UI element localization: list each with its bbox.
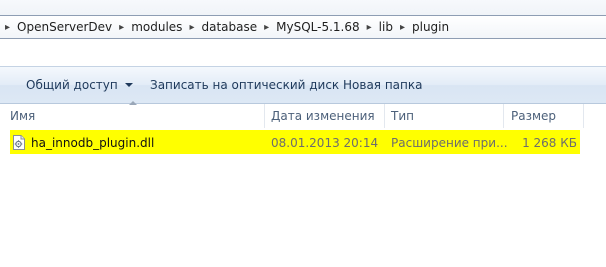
column-header-date[interactable]: Дата изменения — [271, 104, 375, 128]
breadcrumb-item-modules[interactable]: modules — [129, 20, 184, 34]
new-folder-button[interactable]: Новая папка — [343, 67, 422, 103]
burn-disc-button[interactable]: Записать на оптический диск — [150, 67, 339, 103]
breadcrumb-item-plugin[interactable]: plugin — [410, 20, 451, 34]
breadcrumb-item-lib[interactable]: lib — [377, 20, 395, 34]
file-type: Расширение при... — [391, 136, 508, 150]
breadcrumb-separator[interactable]: ▸ — [259, 22, 274, 33]
column-divider[interactable] — [264, 104, 265, 128]
column-divider[interactable] — [384, 104, 385, 128]
share-button-label: Общий доступ — [26, 78, 118, 92]
file-name[interactable]: ha_innodb_plugin.dll — [31, 130, 154, 154]
breadcrumb-separator[interactable]: ▸ — [395, 22, 410, 33]
column-header-name[interactable]: Имя — [10, 104, 35, 128]
address-bar: ▸ OpenServerDev ▸ modules ▸ database ▸ M… — [0, 0, 606, 39]
breadcrumb-separator[interactable]: ▸ — [114, 22, 129, 33]
column-divider[interactable] — [583, 104, 584, 128]
breadcrumb-item-openserverdev[interactable]: OpenServerDev — [15, 20, 114, 34]
column-header-size[interactable]: Размер — [511, 104, 556, 128]
column-divider[interactable] — [503, 104, 504, 128]
command-toolbar: Общий доступ Записать на оптический диск… — [0, 66, 606, 104]
breadcrumb: ▸ OpenServerDev ▸ modules ▸ database ▸ M… — [4, 18, 451, 36]
breadcrumb-item-mysql[interactable]: MySQL-5.1.68 — [274, 20, 362, 34]
chevron-down-icon — [124, 83, 133, 87]
share-button[interactable]: Общий доступ — [26, 67, 133, 103]
sort-ascending-icon — [129, 101, 137, 105]
new-folder-button-label: Новая папка — [343, 78, 423, 92]
file-row[interactable]: ha_innodb_plugin.dll 08.01.2013 20:14 Ра… — [0, 130, 580, 154]
breadcrumb-separator[interactable]: ▸ — [4, 22, 15, 33]
file-size: 1 268 КБ — [522, 136, 577, 150]
breadcrumb-item-database[interactable]: database — [199, 20, 259, 34]
file-date: 08.01.2013 20:14 — [271, 136, 379, 150]
breadcrumb-separator[interactable]: ▸ — [362, 22, 377, 33]
column-headers: Имя Дата изменения Тип Размер — [0, 101, 606, 128]
breadcrumb-separator[interactable]: ▸ — [184, 22, 199, 33]
dll-file-icon — [13, 135, 25, 150]
column-header-type[interactable]: Тип — [391, 104, 414, 128]
burn-disc-button-label: Записать на оптический диск — [150, 78, 340, 92]
